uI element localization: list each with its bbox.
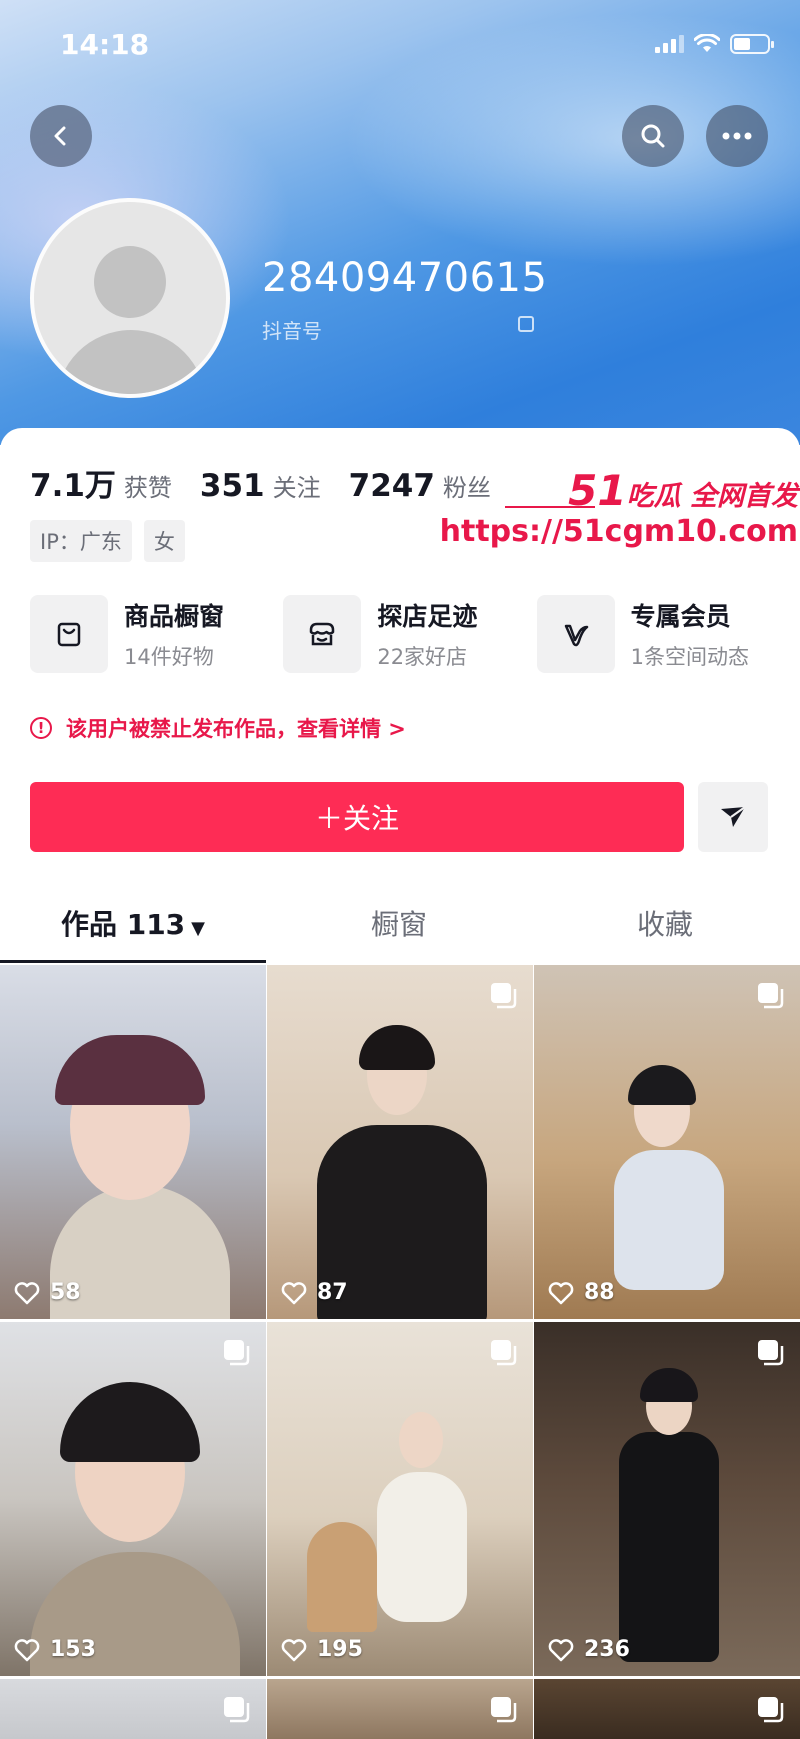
watermark-title: 51吃瓜 全网首发 (568, 466, 798, 515)
like-count: 87 (281, 1280, 348, 1305)
video-thumbnail[interactable]: 153 (0, 1322, 266, 1676)
search-button[interactable] (622, 105, 684, 167)
send-icon (721, 806, 746, 827)
stat-value: 351 (199, 468, 265, 504)
heart-icon (14, 1281, 40, 1304)
avatar-placeholder-head (94, 246, 166, 318)
watermark-overlay: 51吃瓜 全网首发 https://51cgm10.com (440, 460, 800, 555)
feature-membership[interactable]: 专属会员 1条空间动态 (536, 595, 790, 673)
back-button[interactable] (30, 105, 92, 167)
stat-followers[interactable]: 7247 粉丝 (349, 468, 491, 504)
more-dots-icon (722, 132, 752, 140)
video-grid: 58 87 88 153 195 236 (0, 965, 800, 1739)
tab-label: 作品 113 (60, 908, 186, 941)
profile-tags: IP：广东 女 (30, 520, 185, 562)
tab-favorites[interactable]: 收藏 (532, 895, 798, 965)
video-thumbnail[interactable]: 88 (534, 965, 800, 1319)
video-thumbnail[interactable]: 236 (534, 1322, 800, 1676)
video-thumbnail[interactable]: 58 (0, 965, 266, 1319)
ban-warning-text: 该用户被禁止发布作品，查看详情 > (66, 717, 406, 741)
stat-following[interactable]: 351 关注 (200, 468, 321, 504)
video-thumbnail[interactable]: 87 (267, 965, 533, 1319)
stat-likes[interactable]: 7.1万 获赞 (30, 460, 172, 505)
thumbnail-figure-hair (55, 1035, 205, 1105)
battery-icon (730, 34, 774, 54)
tab-works[interactable]: 作品 113 ▼ (0, 895, 266, 965)
ip-location-tag: IP：广东 (30, 520, 132, 562)
gender-tag: 女 (143, 520, 185, 562)
like-count: 58 (14, 1280, 81, 1305)
chevron-left-icon (54, 126, 66, 146)
feature-entries: 商品橱窗 14件好物 探店足迹 22家好店 专属会员 1条空间动态 (30, 595, 790, 673)
douyin-id-label: 抖音号 (262, 319, 322, 343)
content-tabs: 作品 113 ▼ 橱窗 收藏 (0, 895, 800, 965)
cellular-signal-icon (655, 35, 684, 53)
avatar[interactable] (30, 198, 230, 398)
heart-icon (548, 1281, 574, 1304)
heart-icon (281, 1638, 307, 1661)
heart-icon (548, 1638, 574, 1661)
feature-title: 探店足迹 (377, 602, 478, 631)
multi-image-icon (489, 1695, 517, 1727)
like-count: 236 (548, 1637, 630, 1662)
profile-stats: 7.1万 获赞 351 关注 7247 粉丝 (30, 460, 519, 505)
feature-subtitle: 1条空间动态 (630, 645, 750, 669)
thumbnail-figure (377, 1472, 467, 1622)
video-thumbnail[interactable] (534, 1679, 800, 1739)
video-thumbnail[interactable]: 195 (267, 1322, 533, 1676)
like-count: 195 (281, 1637, 363, 1662)
store-icon (283, 595, 362, 673)
ban-warning-link[interactable]: ! 该用户被禁止发布作品，查看详情 > (30, 713, 406, 743)
shopping-bag-icon (30, 595, 108, 673)
multi-image-icon (489, 981, 517, 1013)
avatar-placeholder-body (56, 330, 206, 394)
feature-title: 商品橱窗 (124, 602, 225, 631)
copy-icon[interactable] (518, 316, 534, 332)
exclamation-circle-icon: ! (30, 717, 52, 739)
follow-button[interactable]: ＋关注 (30, 782, 684, 852)
heart-icon (281, 1281, 307, 1304)
more-options-button[interactable] (706, 105, 768, 167)
feature-store-visits[interactable]: 探店足迹 22家好店 (283, 595, 536, 673)
like-count: 153 (14, 1637, 96, 1662)
status-bar-time: 14:18 (60, 28, 150, 61)
feature-subtitle: 22家好店 (377, 645, 468, 669)
feature-shop-window[interactable]: 商品橱窗 14件好物 (30, 595, 283, 673)
multi-image-icon (222, 1695, 250, 1727)
multi-image-icon (489, 1338, 517, 1370)
wifi-icon (694, 34, 720, 52)
heart-icon (14, 1638, 40, 1661)
multi-image-icon (756, 1695, 784, 1727)
share-button[interactable] (698, 782, 768, 852)
feature-title: 专属会员 (630, 602, 731, 631)
stat-label: 粉丝 (442, 474, 491, 502)
stat-label: 获赞 (123, 474, 172, 502)
watermark-url: https://51cgm10.com (439, 514, 798, 549)
multi-image-icon (756, 1338, 784, 1370)
multi-image-icon (756, 981, 784, 1013)
video-thumbnail[interactable] (0, 1679, 266, 1739)
thumbnail-figure-hair (60, 1382, 200, 1462)
thumbnail-figure-head (399, 1412, 443, 1468)
search-icon (641, 124, 665, 148)
tab-shop-window[interactable]: 橱窗 (266, 895, 532, 965)
video-thumbnail[interactable] (267, 1679, 533, 1739)
multi-image-icon (222, 1338, 250, 1370)
stat-value: 7.1万 (30, 468, 116, 504)
thumbnail-figure (614, 1150, 724, 1290)
status-bar-icons (655, 34, 774, 54)
caret-down-icon: ▼ (191, 918, 206, 939)
vip-v-icon (536, 595, 615, 673)
like-count: 88 (548, 1280, 615, 1305)
stat-label: 关注 (272, 474, 321, 502)
thumbnail-figure-stool (307, 1522, 377, 1632)
feature-subtitle: 14件好物 (124, 645, 214, 669)
thumbnail-figure (619, 1432, 719, 1662)
stat-value: 7247 (348, 468, 435, 504)
thumbnail-figure-hair (628, 1065, 696, 1105)
profile-nickname: 28409470615 (262, 255, 548, 301)
thumbnail-figure-hair (359, 1025, 435, 1070)
thumbnail-figure-hair (640, 1368, 698, 1402)
